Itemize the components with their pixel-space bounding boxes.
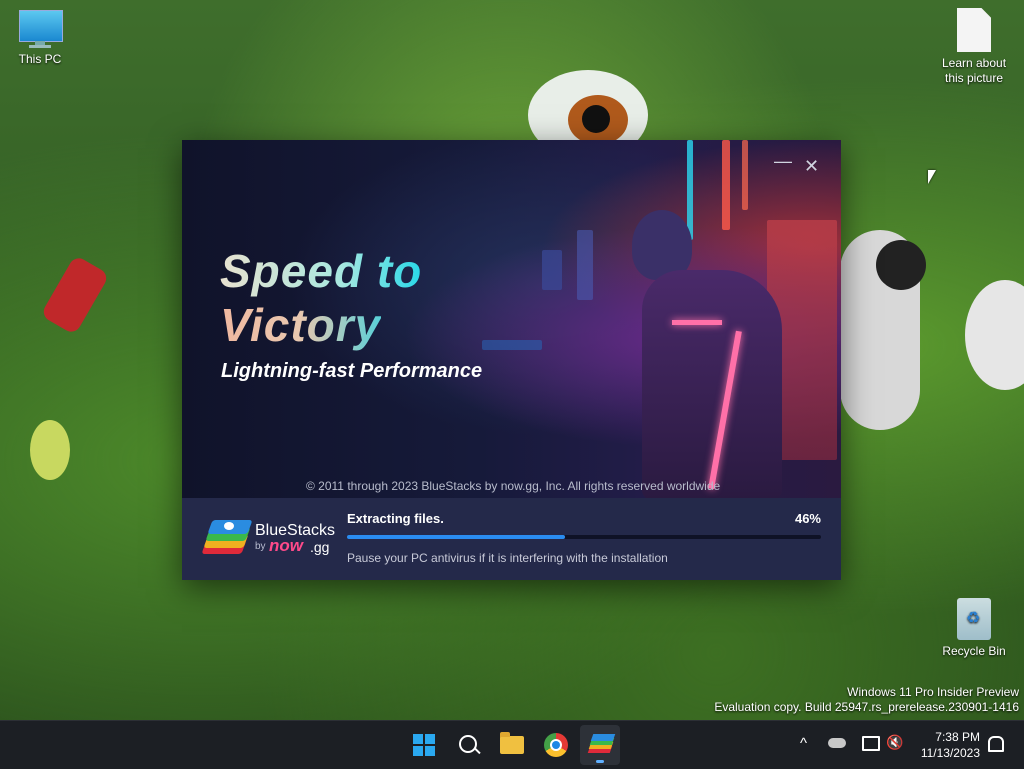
mute-icon[interactable]: 🔇 bbox=[886, 734, 903, 751]
desktop-icon-learn-about-picture[interactable]: Learn about this picture bbox=[934, 8, 1014, 86]
evaluation-watermark-line-1: Windows 11 Pro Insider Preview bbox=[847, 685, 1019, 699]
wallpaper-parrot-red bbox=[40, 254, 110, 336]
installer-banner: Speed to Victory Lightning-fast Performa… bbox=[182, 140, 841, 500]
clock-time: 7:38 PM bbox=[935, 730, 980, 744]
start-button[interactable] bbox=[404, 725, 444, 765]
banner-neon-decoration bbox=[542, 250, 562, 290]
chrome-icon bbox=[544, 733, 568, 757]
desktop-icon-label: This PC bbox=[18, 52, 62, 66]
progress-bar-fill bbox=[347, 535, 566, 539]
notification-bell-icon[interactable] bbox=[988, 736, 1004, 752]
brand-gg-text: .gg bbox=[310, 539, 330, 555]
onedrive-icon[interactable] bbox=[828, 738, 846, 748]
status-text: Extracting files. bbox=[347, 511, 444, 526]
minimize-button[interactable]: — bbox=[774, 152, 792, 170]
wallpaper-parrot-eye bbox=[876, 240, 926, 290]
banner-neon-decoration bbox=[742, 140, 748, 210]
recycle-bin-icon: ♻ bbox=[957, 598, 991, 640]
taskbar: ^ 🔇 7:38 PM 11/13/2023 bbox=[0, 720, 1024, 769]
monitor-icon bbox=[19, 10, 63, 48]
headline-line-1: Speed to bbox=[220, 245, 423, 297]
search-button[interactable] bbox=[448, 725, 488, 765]
progress-percent: 46% bbox=[794, 511, 821, 526]
antivirus-hint: Pause your PC antivirus if it is interfe… bbox=[347, 551, 668, 565]
subheadline: Lightning-fast Performance bbox=[221, 360, 483, 382]
evaluation-watermark-line-2: Evaluation copy. Build 25947.rs_prerelea… bbox=[714, 700, 1019, 714]
wallpaper-parrot-eye bbox=[30, 420, 70, 480]
file-explorer-button[interactable] bbox=[492, 725, 532, 765]
system-clock[interactable]: 7:38 PM 11/13/2023 bbox=[921, 729, 980, 761]
search-icon bbox=[459, 735, 477, 753]
chrome-button[interactable] bbox=[536, 725, 576, 765]
brand-now-text: now bbox=[269, 536, 303, 555]
clock-date: 11/13/2023 bbox=[920, 746, 980, 760]
desktop-icon-this-pc[interactable]: This PC bbox=[0, 10, 80, 67]
bluestacks-taskbar-button[interactable] bbox=[580, 725, 620, 765]
banner-neon-decoration bbox=[482, 340, 542, 350]
bluestacks-installer-window: Speed to Victory Lightning-fast Performa… bbox=[182, 140, 841, 580]
banner-character-illustration bbox=[612, 210, 792, 500]
document-icon bbox=[957, 8, 991, 52]
brand-by-text: by bbox=[255, 541, 266, 552]
file-explorer-icon bbox=[500, 732, 524, 754]
active-app-indicator bbox=[596, 760, 604, 763]
wallpaper-parrot-eye bbox=[965, 280, 1024, 390]
close-button[interactable]: ✕ bbox=[804, 157, 819, 175]
progress-bar bbox=[347, 535, 821, 539]
bluestacks-logo-icon bbox=[201, 518, 253, 560]
display-icon[interactable] bbox=[862, 736, 880, 751]
wallpaper-parrot-eye bbox=[582, 105, 610, 133]
desktop-icon-label: Learn about this picture bbox=[941, 56, 1007, 85]
copyright-notice: © 2011 through 2023 BlueStacks by now.gg… bbox=[306, 479, 721, 493]
installer-footer: BlueStacks by now .gg Extracting files. … bbox=[182, 498, 841, 580]
desktop-icon-label: Recycle Bin bbox=[942, 644, 1006, 658]
start-icon bbox=[413, 734, 435, 756]
search-icon-handle bbox=[474, 747, 481, 755]
chevron-up-icon[interactable]: ^ bbox=[800, 735, 807, 752]
banner-neon-decoration bbox=[577, 230, 593, 300]
mouse-cursor-icon bbox=[928, 170, 936, 184]
bluestacks-icon bbox=[587, 733, 616, 755]
headline-line-2: Victory bbox=[220, 299, 382, 351]
desktop-icon-recycle-bin[interactable]: ♻ Recycle Bin bbox=[934, 598, 1014, 659]
